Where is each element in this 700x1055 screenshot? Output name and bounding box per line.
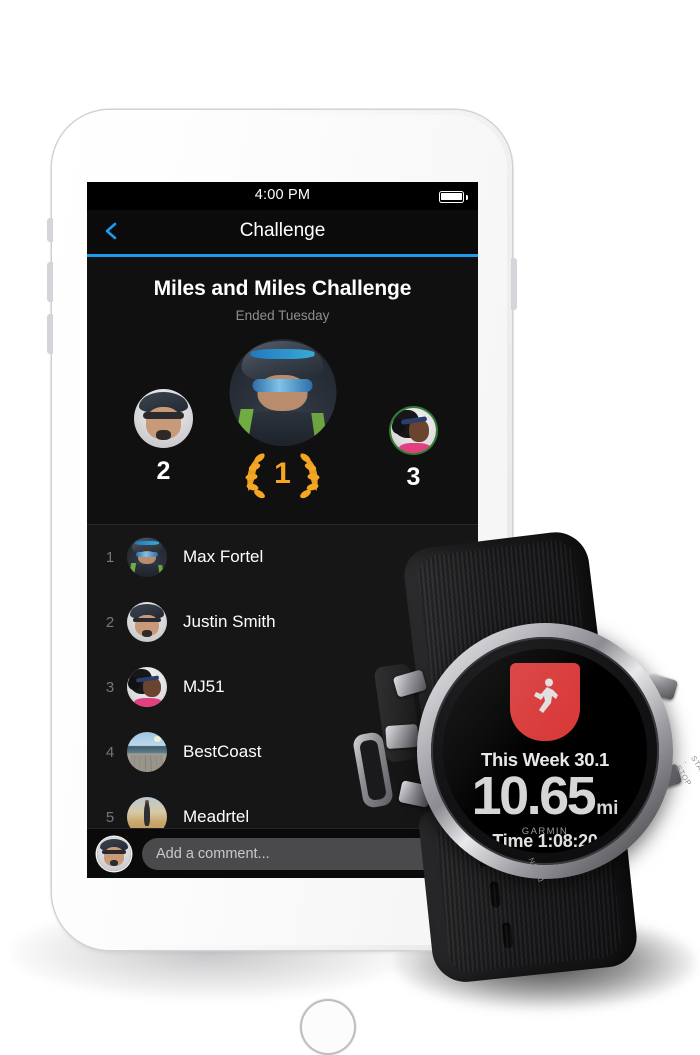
row-rank: 3 bbox=[105, 678, 115, 696]
row-name: BestCoast bbox=[183, 742, 262, 761]
watch-bezel: LIGHT UP DOWN START · STOP BACK This bbox=[431, 637, 700, 883]
row-name: Justin Smith bbox=[183, 612, 276, 631]
home-button[interactable] bbox=[300, 999, 356, 1055]
avatar bbox=[229, 338, 336, 446]
avatar bbox=[127, 602, 167, 642]
podium-third-place[interactable]: 3 bbox=[391, 407, 436, 492]
avatar bbox=[391, 407, 436, 453]
bezel-label-start-stop: START · STOP bbox=[673, 753, 700, 788]
podium-section: 2 1 3 bbox=[87, 328, 478, 524]
podium-rank-label: 3 bbox=[406, 462, 421, 491]
watch-distance-value: 10.65 bbox=[471, 766, 597, 826]
watch-screen: This Week 30.1 10.65mi Time 1:08:20 Pace… bbox=[443, 649, 647, 853]
watch-distance-row: 10.65 mi bbox=[443, 769, 647, 823]
challenge-title: Miles and Miles Challenge bbox=[153, 276, 412, 300]
row-rank: 1 bbox=[105, 548, 115, 566]
avatar bbox=[127, 732, 167, 772]
podium-rank-label: 2 bbox=[156, 456, 171, 485]
challenge-status: Ended Tuesday bbox=[235, 307, 330, 323]
avatar bbox=[134, 388, 193, 448]
row-rank: 5 bbox=[105, 808, 115, 826]
challenge-header: Miles and Miles Challenge Ended Tuesday bbox=[87, 256, 478, 329]
phone-volume-up-button[interactable] bbox=[47, 262, 53, 302]
battery-full-icon bbox=[439, 191, 464, 203]
watch-case: LIGHT UP DOWN START · STOP BACK This bbox=[417, 623, 700, 883]
row-name: Max Fortel bbox=[183, 547, 264, 566]
page-title: Challenge bbox=[239, 220, 326, 241]
row-name: MJ51 bbox=[183, 677, 225, 696]
current-user-avatar bbox=[97, 836, 131, 871]
battery-cap bbox=[466, 194, 468, 200]
avatar bbox=[127, 667, 167, 707]
status-bar-time: 4:00 PM bbox=[254, 187, 311, 203]
scene: 4:00 PM Challenge Miles and Miles Challe… bbox=[0, 0, 700, 1055]
watch-distance-unit: mi bbox=[596, 798, 619, 819]
phone-volume-down-button[interactable] bbox=[47, 314, 53, 354]
navigation-bar: Challenge bbox=[87, 210, 478, 254]
status-bar: 4:00 PM bbox=[87, 182, 478, 210]
phone-mute-switch[interactable] bbox=[47, 218, 53, 242]
row-rank: 4 bbox=[105, 743, 115, 761]
running-shield-icon bbox=[510, 663, 580, 741]
row-rank: 2 bbox=[105, 613, 115, 631]
avatar bbox=[127, 537, 167, 577]
phone-power-button[interactable] bbox=[511, 258, 517, 310]
laurel-wreath-icon: 1 bbox=[235, 447, 331, 501]
podium-rank-label: 1 bbox=[274, 456, 291, 490]
podium-second-place[interactable]: 2 bbox=[134, 388, 193, 486]
podium-first-place[interactable]: 1 bbox=[229, 338, 336, 501]
watch-brand-label: GARMIN bbox=[521, 826, 569, 837]
row-name: Meadrtel bbox=[183, 807, 250, 826]
watch-up-button[interactable] bbox=[385, 723, 419, 750]
smartwatch-device: LIGHT UP DOWN START · STOP BACK This bbox=[351, 528, 700, 986]
